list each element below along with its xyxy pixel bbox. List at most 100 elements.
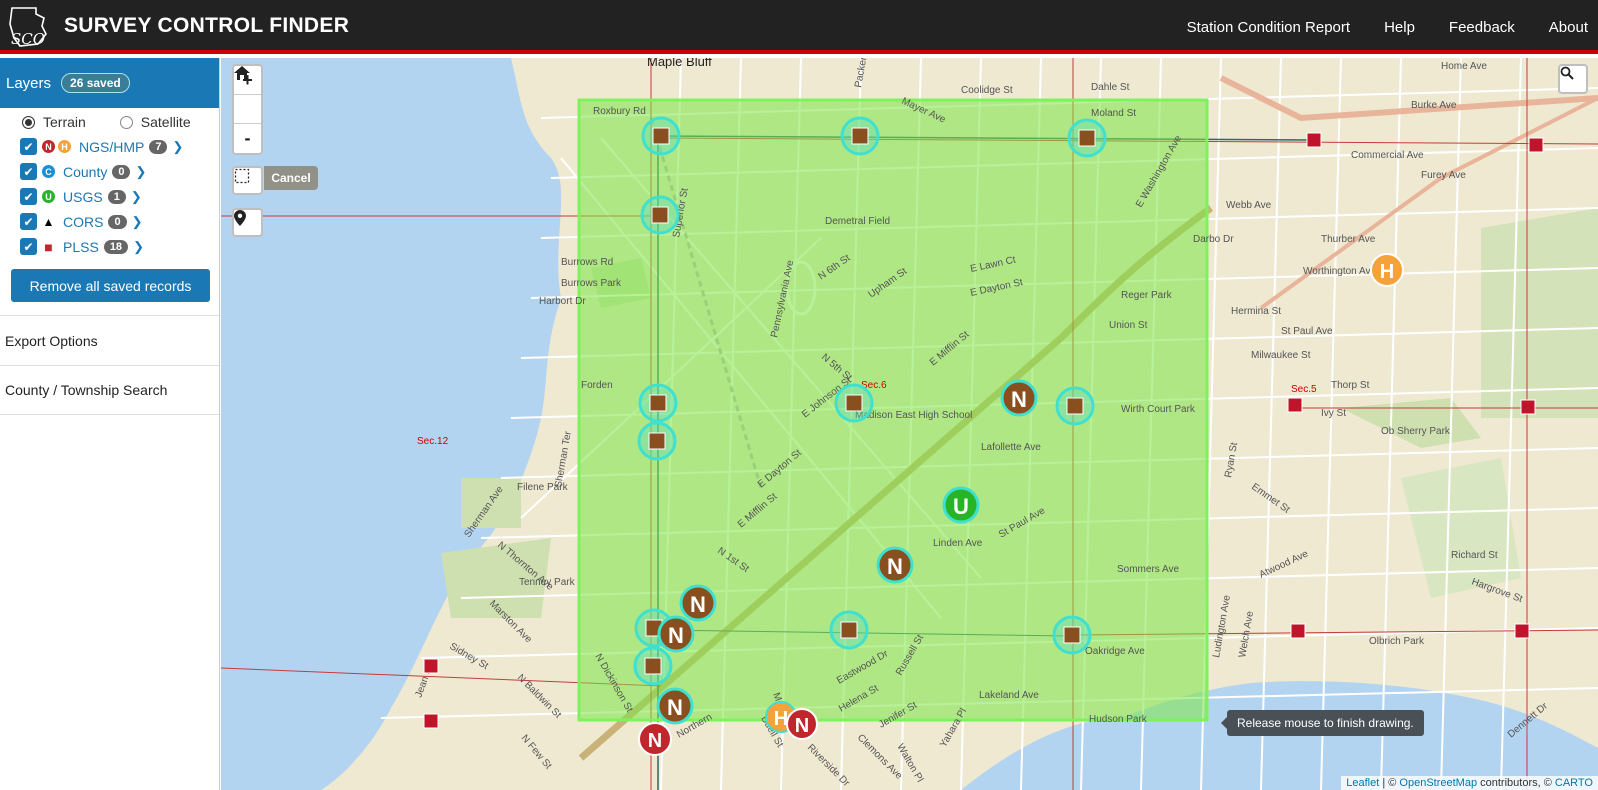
checkbox-county[interactable]: ✔ xyxy=(20,163,37,180)
ngs-marker-saved[interactable]: N xyxy=(876,546,914,584)
chevron-down-icon[interactable]: ❯ xyxy=(132,214,143,230)
ngs-marker-saved[interactable]: N xyxy=(656,687,694,725)
ngs-marker-saved[interactable]: N xyxy=(657,615,695,653)
plss-marker[interactable] xyxy=(1052,615,1092,655)
app-header: SCO SURVEY CONTROL FINDER Station Condit… xyxy=(0,0,1598,54)
radio-satellite[interactable] xyxy=(119,115,133,129)
plss-marker[interactable] xyxy=(829,610,869,650)
svg-text:Linden Ave: Linden Ave xyxy=(933,538,983,549)
plss-marker-red[interactable] xyxy=(1528,137,1544,153)
nav-feedback[interactable]: Feedback xyxy=(1449,19,1515,36)
svg-text:Welch Ave: Welch Ave xyxy=(1237,610,1256,659)
basemap-satellite[interactable]: Satellite xyxy=(119,114,191,130)
chevron-down-icon[interactable]: ❯ xyxy=(172,139,183,155)
svg-text:Burrows Rd: Burrows Rd xyxy=(561,257,613,268)
plss-marker[interactable] xyxy=(834,383,874,423)
radio-terrain[interactable] xyxy=(22,115,35,129)
chevron-down-icon[interactable]: ❯ xyxy=(135,164,146,180)
svg-text:N: N xyxy=(667,695,683,720)
checkbox-ngs-hmp[interactable]: ✔ xyxy=(20,138,37,155)
plss-marker[interactable] xyxy=(840,116,880,156)
sco-logo[interactable]: SCO xyxy=(6,4,50,50)
plss-marker-red[interactable] xyxy=(1287,397,1303,413)
layer-row-county: ✔ C County 0 ❯ xyxy=(0,159,219,184)
svg-text:N: N xyxy=(795,715,809,737)
home-button[interactable] xyxy=(234,66,261,124)
nav-help[interactable]: Help xyxy=(1384,19,1415,36)
plss-marker-red[interactable] xyxy=(1520,399,1536,415)
svg-text:Demetral Field: Demetral Field xyxy=(825,216,890,227)
svg-text:Richard St: Richard St xyxy=(1451,550,1498,561)
basemap-terrain[interactable]: Terrain xyxy=(22,114,86,130)
layer-count-ngs-hmp: 7 xyxy=(149,139,168,154)
layers-header[interactable]: Layers 26 saved xyxy=(0,58,219,108)
svg-text:Burrows Park: Burrows Park xyxy=(561,278,622,289)
plss-marker[interactable] xyxy=(1067,118,1107,158)
svg-text:Hudson Park: Hudson Park xyxy=(1089,714,1148,725)
layer-name-ngs-hmp[interactable]: NGS/HMP xyxy=(79,139,144,155)
draw-rectangle-button[interactable] xyxy=(232,166,263,195)
layer-name-usgs[interactable]: USGS xyxy=(63,189,103,205)
ngs-marker[interactable]: N xyxy=(638,722,672,756)
checkbox-plss[interactable]: ✔ xyxy=(20,238,37,255)
plss-marker[interactable] xyxy=(637,421,677,461)
layer-name-cors[interactable]: CORS xyxy=(63,214,103,230)
logo-text: SCO xyxy=(11,30,45,48)
chevron-down-icon[interactable]: ❯ xyxy=(133,239,144,255)
ngs-marker[interactable]: N xyxy=(786,708,818,740)
drawing-tooltip: Release mouse to finish drawing. xyxy=(1221,710,1424,736)
saved-count-badge: 26 saved xyxy=(61,73,130,93)
svg-text:Burke Ave: Burke Ave xyxy=(1411,100,1457,111)
svg-text:Furey Ave: Furey Ave xyxy=(1421,170,1466,181)
ngs-marker-saved[interactable]: N xyxy=(679,584,717,622)
svg-text:St Paul Ave: St Paul Ave xyxy=(1281,326,1333,337)
home-icon xyxy=(234,66,250,80)
place-marker-button[interactable] xyxy=(232,208,263,237)
remove-all-saved-button[interactable]: Remove all saved records xyxy=(11,269,210,302)
checkbox-cors[interactable]: ✔ xyxy=(20,213,37,230)
svg-text:Coolidge St: Coolidge St xyxy=(961,85,1013,96)
ngs-marker-saved[interactable]: N xyxy=(1000,379,1038,417)
park-olbrich-area xyxy=(1401,458,1521,598)
plss-square-icon: ■ xyxy=(44,238,53,255)
sidebar: Layers 26 saved Terrain Satellite ✔ N H … xyxy=(0,58,220,790)
checkbox-usgs[interactable]: ✔ xyxy=(20,188,37,205)
hmp-marker[interactable]: H xyxy=(1370,253,1404,287)
plss-marker-red[interactable] xyxy=(1514,623,1530,639)
map-search-button[interactable] xyxy=(1558,64,1588,94)
map-view[interactable]: Maple Bluff Sec.12 Sec.6 Sec.5 Roxbury R… xyxy=(221,58,1598,790)
county-township-search-section[interactable]: County / Township Search xyxy=(0,365,219,415)
carto-link[interactable]: CARTO xyxy=(1555,777,1593,789)
svg-text:Home Ave: Home Ave xyxy=(1441,61,1487,72)
usgs-marker-icon: U xyxy=(42,190,55,203)
svg-text:Ob Sherry Park: Ob Sherry Park xyxy=(1381,426,1451,437)
plss-marker-red[interactable] xyxy=(423,658,439,674)
plss-marker-red[interactable] xyxy=(1306,132,1322,148)
layer-name-county[interactable]: County xyxy=(63,164,107,180)
export-options-section[interactable]: Export Options xyxy=(0,315,219,365)
layer-name-plss[interactable]: PLSS xyxy=(63,239,99,255)
plss-marker[interactable] xyxy=(1055,386,1095,426)
layer-row-plss: ✔ ■ PLSS 18 ❯ xyxy=(0,234,219,259)
plss-marker[interactable] xyxy=(641,116,681,156)
cancel-drawing-button[interactable]: Cancel xyxy=(264,166,318,190)
plss-marker[interactable] xyxy=(633,646,673,686)
osm-link[interactable]: OpenStreetMap xyxy=(1399,777,1477,789)
svg-text:N: N xyxy=(648,730,662,752)
leaflet-link[interactable]: Leaflet xyxy=(1346,777,1379,789)
svg-text:Webb Ave: Webb Ave xyxy=(1226,200,1272,211)
svg-text:Darbo Dr: Darbo Dr xyxy=(1193,234,1234,245)
nav-station-condition-report[interactable]: Station Condition Report xyxy=(1187,19,1350,36)
plss-marker[interactable] xyxy=(638,383,678,423)
svg-text:Worthington Ave: Worthington Ave xyxy=(1303,266,1376,277)
plss-marker[interactable] xyxy=(640,195,680,235)
zoom-out-button[interactable]: - xyxy=(234,124,261,153)
usgs-marker-saved[interactable]: U xyxy=(942,486,980,524)
plss-marker-red[interactable] xyxy=(1290,623,1306,639)
nav-about[interactable]: About xyxy=(1549,19,1588,36)
svg-text:N Few St: N Few St xyxy=(519,733,554,772)
svg-text:Thorp St: Thorp St xyxy=(1331,380,1370,391)
map-canvas[interactable]: Maple Bluff Sec.12 Sec.6 Sec.5 Roxbury R… xyxy=(221,58,1598,790)
chevron-down-icon[interactable]: ❯ xyxy=(131,189,142,205)
plss-marker-red[interactable] xyxy=(423,713,439,729)
